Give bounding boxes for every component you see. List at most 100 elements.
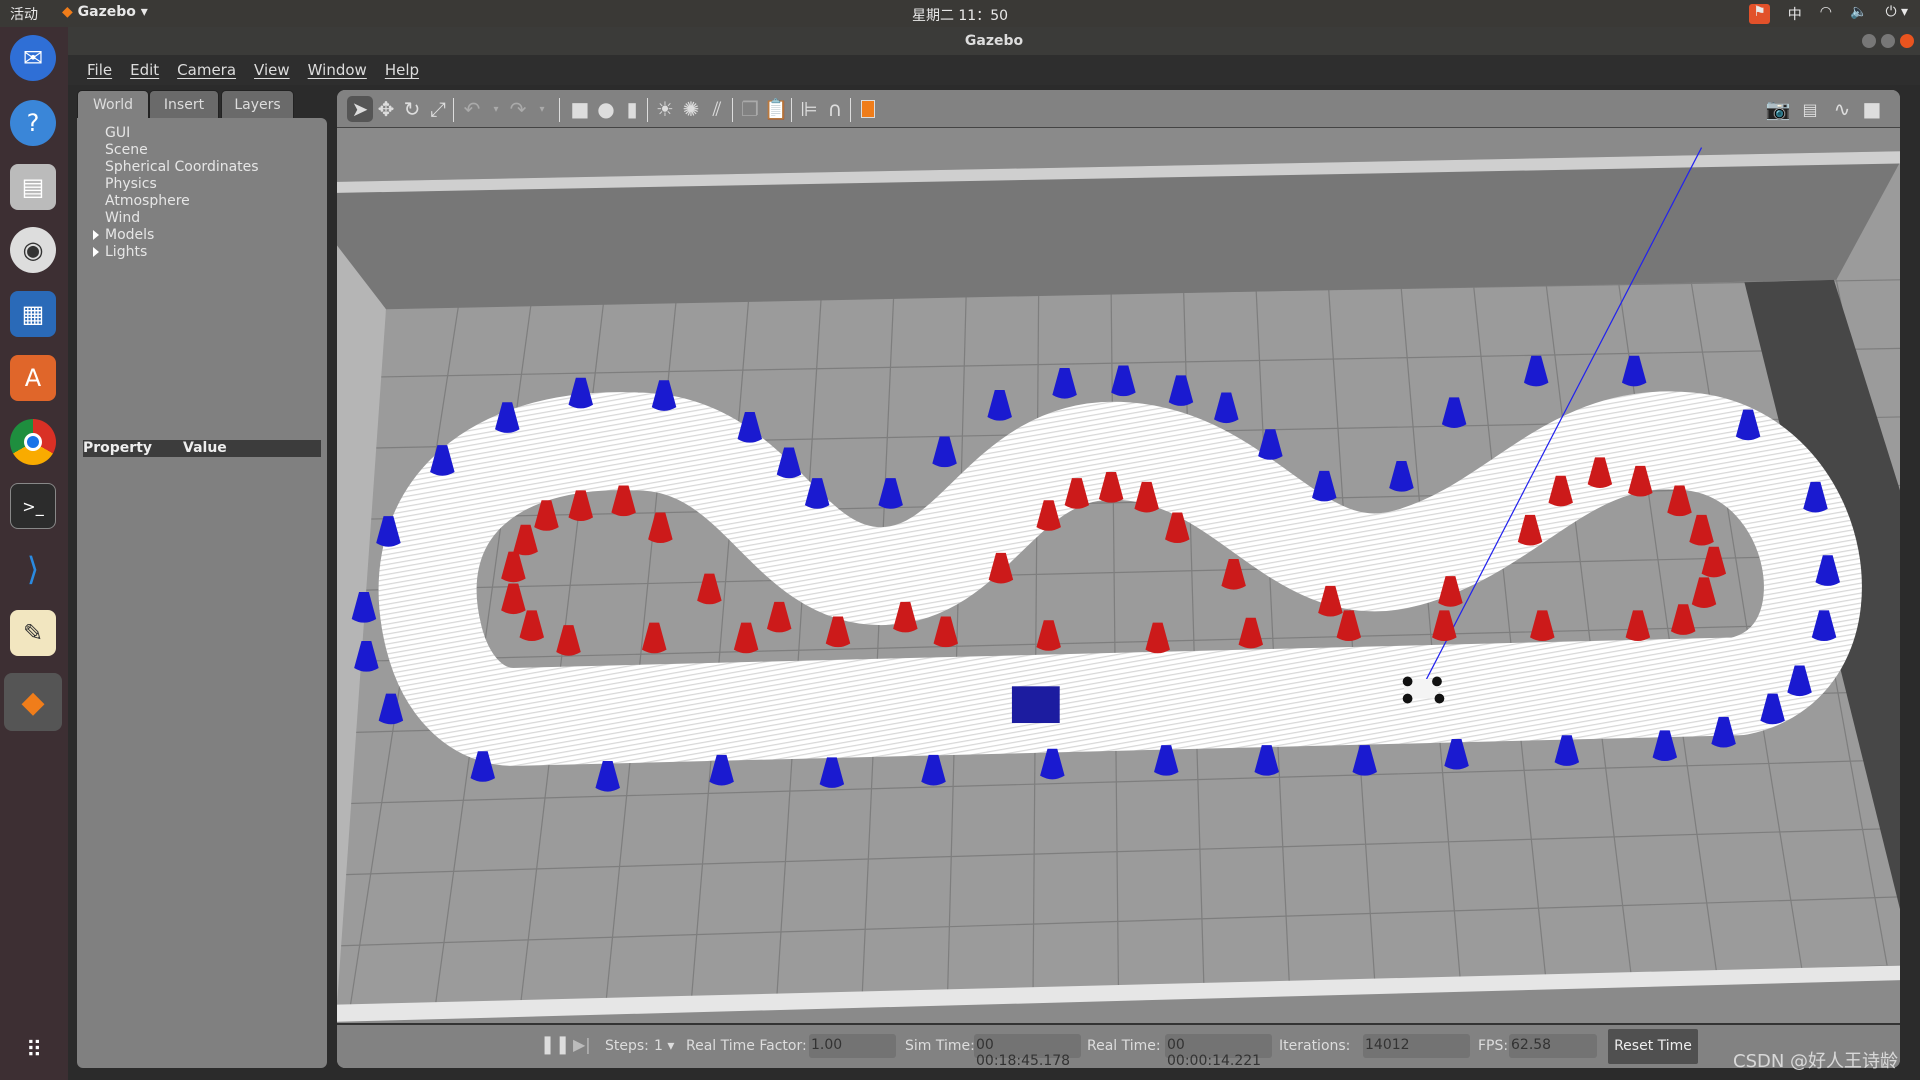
tree-item-lights[interactable]: Lights (93, 244, 148, 260)
scale-icon[interactable]: ⤢ (425, 96, 451, 122)
gazebo-app-icon: ◆ (62, 4, 73, 20)
3d-scene[interactable] (337, 128, 1900, 1023)
rtf-value: 1.00 (809, 1034, 896, 1058)
system-tray[interactable]: ⚑ 中 ◠ 🔈 ⏻ ▾ (1749, 4, 1908, 24)
fps-label: FPS: (1478, 1038, 1509, 1054)
screenshot-icon[interactable]: 📷 (1765, 96, 1791, 122)
tree-item-scene[interactable]: Scene (105, 142, 148, 158)
input-method[interactable]: 中 (1788, 4, 1802, 24)
tree-item-wind[interactable]: Wind (105, 210, 140, 226)
menu-bar: File Edit Camera View Window Help (68, 55, 1920, 85)
tree-item-label: Models (105, 227, 155, 243)
menu-window[interactable]: Window (299, 61, 376, 79)
view-angle-icon[interactable] (855, 96, 881, 122)
paste-icon[interactable]: 📋 (763, 96, 789, 122)
blue-box-model[interactable] (1011, 686, 1060, 724)
translate-icon[interactable]: ✥ (373, 96, 399, 122)
volume-icon[interactable]: 🔈 (1850, 4, 1867, 24)
sim-time-value: 00 00:18:45.178 (974, 1034, 1081, 1068)
steps-value: 1 (654, 1038, 663, 1054)
toolbar: ➤ ✥ ↻ ⤢ ↶ ▾ ↷ ▾ ■ ● ▮ ☀ ✺ ⫽ ❐ 📋 ⊫ ∩ 📷 ▤ … (337, 90, 1900, 128)
tab-insert[interactable]: Insert (149, 90, 219, 118)
rtf-label: Real Time Factor: (686, 1038, 807, 1054)
iterations-label: Iterations: (1279, 1038, 1351, 1054)
box-icon[interactable]: ■ (567, 96, 593, 122)
tree-item-label: Lights (105, 244, 148, 260)
maximize-button[interactable] (1881, 34, 1895, 48)
plot-icon[interactable]: ∿ (1829, 96, 1855, 122)
cylinder-icon[interactable]: ▮ (619, 96, 645, 122)
menu-help[interactable]: Help (376, 61, 428, 79)
tree-item-spherical-coordinates[interactable]: Spherical Coordinates (105, 159, 259, 175)
wifi-icon[interactable]: ◠ (1820, 4, 1832, 24)
expand-arrow-icon[interactable] (93, 230, 99, 240)
gazebo-viewport: ➤ ✥ ↻ ⤢ ↶ ▾ ↷ ▾ ■ ● ▮ ☀ ✺ ⫽ ❐ 📋 ⊫ ∩ 📷 ▤ … (337, 90, 1900, 1068)
window-title: Gazebo (964, 33, 1024, 49)
directional-light-icon[interactable]: ⫽ (704, 96, 730, 122)
help-icon[interactable]: ? (10, 100, 56, 146)
sphere-icon[interactable]: ● (593, 96, 619, 122)
expand-arrow-icon[interactable] (93, 247, 99, 257)
undo-icon[interactable]: ↶ (459, 96, 485, 122)
real-time-value: 00 00:00:14.221 (1165, 1034, 1272, 1068)
copy-icon[interactable]: ❐ (737, 96, 763, 122)
vscode-icon[interactable]: ⟩ (10, 546, 56, 592)
tree-item-gui[interactable]: GUI (105, 125, 130, 141)
writer-icon[interactable]: ▦ (10, 291, 56, 337)
show-apps-icon[interactable]: ⠿ (10, 1027, 56, 1073)
menu-file[interactable]: File (78, 61, 121, 79)
property-table-header: Property Value (83, 440, 321, 457)
real-time-label: Real Time: (1087, 1038, 1161, 1054)
record-video-icon[interactable]: ■ (1859, 96, 1885, 122)
close-button[interactable] (1900, 34, 1914, 48)
menu-view[interactable]: View (245, 61, 299, 79)
redo-history-icon[interactable]: ▾ (529, 96, 555, 122)
point-light-icon[interactable]: ☀ (652, 96, 678, 122)
tab-layers[interactable]: Layers (221, 90, 294, 118)
rotate-icon[interactable]: ↻ (399, 96, 425, 122)
log-icon[interactable]: ▤ (1797, 96, 1823, 122)
watermark: CSDN @好人王诗龄 (1733, 1051, 1899, 1072)
tree-item-atmosphere[interactable]: Atmosphere (105, 193, 190, 209)
software-center-icon[interactable]: A (10, 355, 56, 401)
activities-button[interactable]: 活动 (10, 4, 38, 24)
fps-value: 62.58 (1509, 1034, 1597, 1058)
chrome-icon[interactable] (10, 419, 56, 465)
steps-label: Steps: (605, 1038, 649, 1054)
snap-icon[interactable]: ∩ (822, 96, 848, 122)
system-top-bar: 活动 ◆ Gazebo ▾ 星期二 11：50 ⚑ 中 ◠ 🔈 ⏻ ▾ (0, 0, 1920, 27)
dock: ✉ ? ▤ ◉ ▦ A >_ ⟩ ✎ ◆ ⠿ (0, 27, 68, 1080)
align-icon[interactable]: ⊫ (796, 96, 822, 122)
thunderbird-icon[interactable]: ✉ (10, 35, 56, 81)
steps-stepper[interactable]: 1 ▾ (654, 1038, 674, 1054)
gazebo-dock-icon[interactable]: ◆ (4, 673, 62, 731)
minimize-button[interactable] (1862, 34, 1876, 48)
clock[interactable]: 星期二 11：50 (0, 5, 1920, 25)
select-arrow-icon[interactable]: ➤ (347, 96, 373, 122)
app-menu-label: Gazebo (77, 4, 136, 20)
window-titlebar: Gazebo (68, 27, 1920, 55)
left-panel: World Insert Layers GUI Scene Spherical … (77, 90, 327, 1068)
tree-item-models[interactable]: Models (93, 227, 155, 243)
tree-item-physics[interactable]: Physics (105, 176, 157, 192)
files-icon[interactable]: ▤ (10, 164, 56, 210)
text-editor-icon[interactable]: ✎ (10, 610, 56, 656)
reset-time-button[interactable]: Reset Time (1608, 1029, 1698, 1064)
pause-icon[interactable]: ❚❚ (540, 1034, 570, 1055)
tab-world[interactable]: World (77, 90, 149, 118)
iterations-value: 14012 (1363, 1034, 1470, 1058)
spot-light-icon[interactable]: ✺ (678, 96, 704, 122)
power-icon[interactable]: ⏻ ▾ (1885, 4, 1908, 24)
value-column-header: Value (183, 440, 227, 456)
sim-time-label: Sim Time: (905, 1038, 975, 1054)
menu-edit[interactable]: Edit (121, 61, 168, 79)
step-icon[interactable]: ▶| (573, 1035, 591, 1054)
app-menu[interactable]: ◆ Gazebo ▾ (62, 4, 148, 20)
terminal-icon[interactable]: >_ (10, 483, 56, 529)
rhythmbox-icon[interactable]: ◉ (10, 227, 56, 273)
status-bar: ❚❚ ▶| Steps: 1 ▾ Real Time Factor: 1.00 … (337, 1023, 1900, 1068)
world-tree: GUI Scene Spherical Coordinates Physics … (77, 118, 327, 1068)
redo-icon[interactable]: ↷ (505, 96, 531, 122)
notification-icon[interactable]: ⚑ (1749, 4, 1770, 24)
menu-camera[interactable]: Camera (168, 61, 245, 79)
